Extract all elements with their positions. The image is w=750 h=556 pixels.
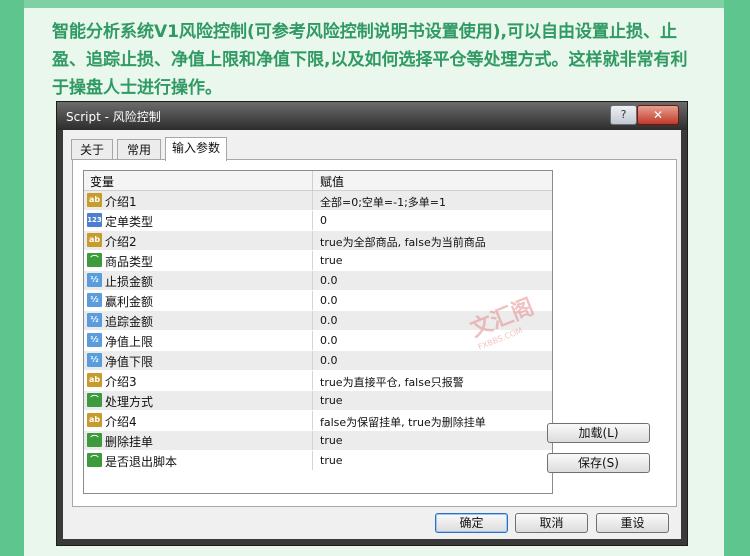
- window-title: Script - 风险控制: [66, 110, 161, 124]
- load-button[interactable]: 加载(L): [547, 423, 650, 443]
- header-variable[interactable]: 变量: [90, 173, 114, 190]
- param-value[interactable]: 0.0: [320, 274, 338, 287]
- param-name: 净值上限: [105, 335, 154, 349]
- param-value[interactable]: 0.0: [320, 314, 338, 327]
- param-name: 删除挂单: [105, 435, 154, 449]
- cancel-button[interactable]: 取消: [515, 513, 588, 533]
- param-type-dbl-icon: ½: [87, 273, 102, 287]
- param-name: 止损金额: [105, 275, 154, 289]
- param-type-ab-icon: ab: [87, 373, 102, 387]
- param-name: 定单类型: [105, 215, 154, 229]
- param-value[interactable]: true为全部商品, false为当前商品: [320, 234, 486, 250]
- param-name: 介绍4: [105, 415, 137, 429]
- table-row[interactable]: ½ 止损金额 0.0: [84, 271, 552, 291]
- param-value[interactable]: true: [320, 254, 343, 267]
- param-name: 是否退出脚本: [105, 455, 178, 469]
- param-value[interactable]: 0.0: [320, 294, 338, 307]
- table-row[interactable]: ab 介绍2 true为全部商品, false为当前商品: [84, 231, 552, 251]
- table-row[interactable]: ⌒ 是否退出脚本 true: [84, 451, 552, 471]
- column-divider: [312, 411, 313, 430]
- column-divider: [312, 331, 313, 350]
- column-divider: [312, 391, 313, 410]
- param-type-bool-icon: ⌒: [87, 433, 102, 447]
- column-divider: [312, 251, 313, 270]
- table-row[interactable]: ab 介绍1 全部=0;空单=-1;多单=1: [84, 191, 552, 211]
- column-divider: [312, 211, 313, 230]
- tab-about[interactable]: 关于: [71, 139, 113, 160]
- param-type-dbl-icon: ½: [87, 353, 102, 367]
- param-value[interactable]: 0.0: [320, 354, 338, 367]
- column-divider: [312, 451, 313, 470]
- param-name: 净值下限: [105, 355, 154, 369]
- param-type-ab-icon: ab: [87, 233, 102, 247]
- param-type-bool-icon: ⌒: [87, 393, 102, 407]
- column-divider: [312, 291, 313, 310]
- save-button[interactable]: 保存(S): [547, 453, 650, 473]
- param-value[interactable]: true: [320, 454, 343, 467]
- param-name: 追踪金额: [105, 315, 154, 329]
- close-button[interactable]: ✕: [637, 105, 679, 125]
- dialog-client: 关于 常用 输入参数 变量 赋值 ab 介绍1 全部=0;空单=-1;多单=1 123…: [63, 130, 681, 539]
- intro-text: 智能分析系统V1风险控制(可参考风险控制说明书设置使用),可以自由设置止损、止盈…: [52, 22, 688, 98]
- param-value[interactable]: 全部=0;空单=-1;多单=1: [320, 194, 446, 210]
- column-divider: [312, 191, 313, 210]
- param-type-dbl-icon: ½: [87, 293, 102, 307]
- param-value[interactable]: false为保留挂单, true为删除挂单: [320, 414, 486, 430]
- param-type-dbl-icon: ½: [87, 313, 102, 327]
- param-value[interactable]: true: [320, 434, 343, 447]
- table-row[interactable]: ab 介绍4 false为保留挂单, true为删除挂单: [84, 411, 552, 431]
- param-type-bool-icon: ⌒: [87, 253, 102, 267]
- reset-button[interactable]: 重设: [596, 513, 669, 533]
- column-divider: [312, 231, 313, 250]
- param-name: 商品类型: [105, 255, 154, 269]
- param-name: 介绍3: [105, 375, 137, 389]
- param-name: 介绍2: [105, 235, 137, 249]
- param-value[interactable]: true为直接平仓, false只报警: [320, 374, 464, 390]
- column-divider: [312, 311, 313, 330]
- tab-panel: 变量 赋值 ab 介绍1 全部=0;空单=-1;多单=1 123 定单类型 0 ab 介绍2 t…: [72, 159, 677, 507]
- table-row[interactable]: ⌒ 商品类型 true: [84, 251, 552, 271]
- param-name: 赢利金额: [105, 295, 154, 309]
- param-value[interactable]: true: [320, 394, 343, 407]
- column-divider: [312, 431, 313, 450]
- param-type-ab-icon: ab: [87, 413, 102, 427]
- param-type-ab-icon: ab: [87, 193, 102, 207]
- table-row[interactable]: ab 介绍3 true为直接平仓, false只报警: [84, 371, 552, 391]
- param-name: 处理方式: [105, 395, 154, 409]
- title-bar[interactable]: Script - 风险控制 ? ✕: [57, 102, 687, 130]
- column-divider: [312, 351, 313, 370]
- column-divider: [312, 271, 313, 290]
- script-dialog: Script - 风险控制 ? ✕ 关于 常用 输入参数 变量 赋值 ab 介绍1…: [56, 101, 688, 546]
- table-row[interactable]: 123 定单类型 0: [84, 211, 552, 231]
- tab-input-params[interactable]: 输入参数: [165, 137, 227, 161]
- param-value[interactable]: 0: [320, 214, 327, 227]
- help-button[interactable]: ?: [610, 105, 637, 125]
- param-value[interactable]: 0.0: [320, 334, 338, 347]
- table-row[interactable]: ⌒ 删除挂单 true: [84, 431, 552, 451]
- table-row[interactable]: ⌒ 处理方式 true: [84, 391, 552, 411]
- header-divider[interactable]: [312, 171, 313, 190]
- panel-top-strip: [24, 0, 724, 8]
- ok-button[interactable]: 确定: [435, 513, 508, 533]
- column-divider: [312, 371, 313, 390]
- param-name: 介绍1: [105, 195, 137, 209]
- param-type-n123-icon: 123: [87, 213, 102, 227]
- tab-common[interactable]: 常用: [117, 139, 161, 160]
- table-row[interactable]: ½ 净值下限 0.0: [84, 351, 552, 371]
- param-type-dbl-icon: ½: [87, 333, 102, 347]
- param-type-bool-icon: ⌒: [87, 453, 102, 467]
- table-header: 变量 赋值: [84, 171, 552, 191]
- header-value[interactable]: 赋值: [320, 173, 344, 190]
